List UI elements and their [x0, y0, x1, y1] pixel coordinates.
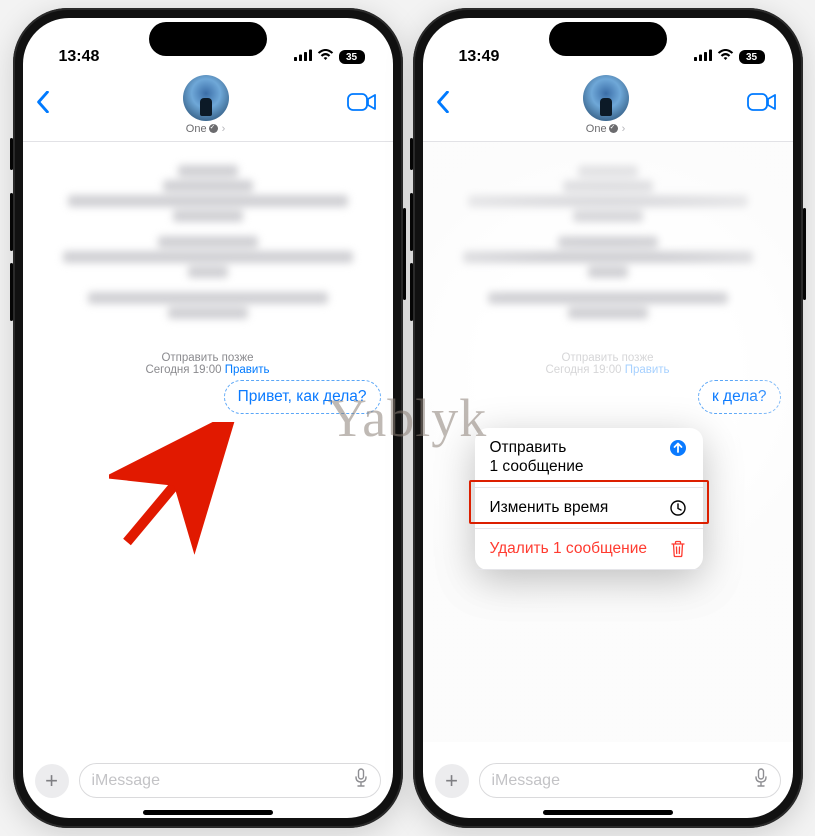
menu-send-now[interactable]: Отправить 1 сообщение [475, 428, 703, 488]
scheduled-title: Отправить позже [423, 352, 793, 364]
home-indicator [143, 810, 273, 815]
chat-header: One [423, 72, 793, 142]
contact-name-label: One [186, 123, 207, 135]
input-bar: + iMessage [423, 755, 793, 806]
cellular-icon [694, 48, 712, 66]
chat-body: Отправить позже Сегодня 19:00 Править к … [423, 142, 793, 742]
context-menu: Отправить 1 сообщение Изменить время Уда… [475, 428, 703, 570]
edit-schedule-link[interactable]: Править [225, 364, 270, 376]
scheduled-time: Сегодня 19:00 [545, 364, 624, 376]
scheduled-message-bubble[interactable]: к дела? [698, 380, 781, 414]
back-button[interactable] [435, 89, 465, 120]
send-icon [668, 439, 688, 457]
trash-icon [668, 540, 688, 558]
message-input[interactable]: iMessage [79, 763, 381, 798]
input-placeholder: iMessage [92, 772, 160, 790]
contact-info[interactable]: One [183, 75, 229, 135]
mic-icon[interactable] [354, 768, 368, 793]
facetime-button[interactable] [347, 92, 377, 117]
verified-badge [209, 124, 218, 133]
phone-right: 13:49 35 One [413, 8, 803, 828]
menu-delete[interactable]: Удалить 1 сообщение [475, 529, 703, 570]
mic-icon[interactable] [754, 768, 768, 793]
attach-button[interactable]: + [435, 764, 469, 798]
phone-left: 13:48 35 One [13, 8, 403, 828]
scheduled-time: Сегодня 19:00 [145, 364, 224, 376]
message-input[interactable]: iMessage [479, 763, 781, 798]
annotation-arrow [109, 422, 249, 562]
wifi-icon [717, 48, 734, 66]
facetime-button[interactable] [747, 92, 777, 117]
blurred-history [23, 142, 393, 328]
cellular-icon [294, 48, 312, 66]
input-bar: + iMessage [23, 755, 393, 806]
battery-level: 35 [339, 50, 365, 64]
edit-schedule-link: Править [625, 364, 670, 376]
input-placeholder: iMessage [492, 772, 560, 790]
avatar [583, 75, 629, 121]
scheduled-title: Отправить позже [23, 352, 393, 364]
scheduled-message-bubble[interactable]: Привет, как дела? [224, 380, 381, 414]
dynamic-island [549, 22, 667, 56]
blurred-history [423, 142, 793, 328]
back-button[interactable] [35, 89, 65, 120]
wifi-icon [317, 48, 334, 66]
clock-icon [668, 499, 688, 517]
contact-info[interactable]: One [583, 75, 629, 135]
home-indicator [543, 810, 673, 815]
scheduled-label: Отправить позже Сегодня 19:00 Править [23, 352, 393, 376]
status-time: 13:48 [59, 48, 100, 66]
menu-change-time[interactable]: Изменить время [475, 488, 703, 529]
chat-body: Отправить позже Сегодня 19:00 Править Пр… [23, 142, 393, 742]
dynamic-island [149, 22, 267, 56]
chat-header: One [23, 72, 393, 142]
avatar [183, 75, 229, 121]
battery-level: 35 [739, 50, 765, 64]
contact-name-label: One [586, 123, 607, 135]
status-time: 13:49 [459, 48, 500, 66]
verified-badge [609, 124, 618, 133]
scheduled-label: Отправить позже Сегодня 19:00 Править [423, 352, 793, 376]
attach-button[interactable]: + [35, 764, 69, 798]
